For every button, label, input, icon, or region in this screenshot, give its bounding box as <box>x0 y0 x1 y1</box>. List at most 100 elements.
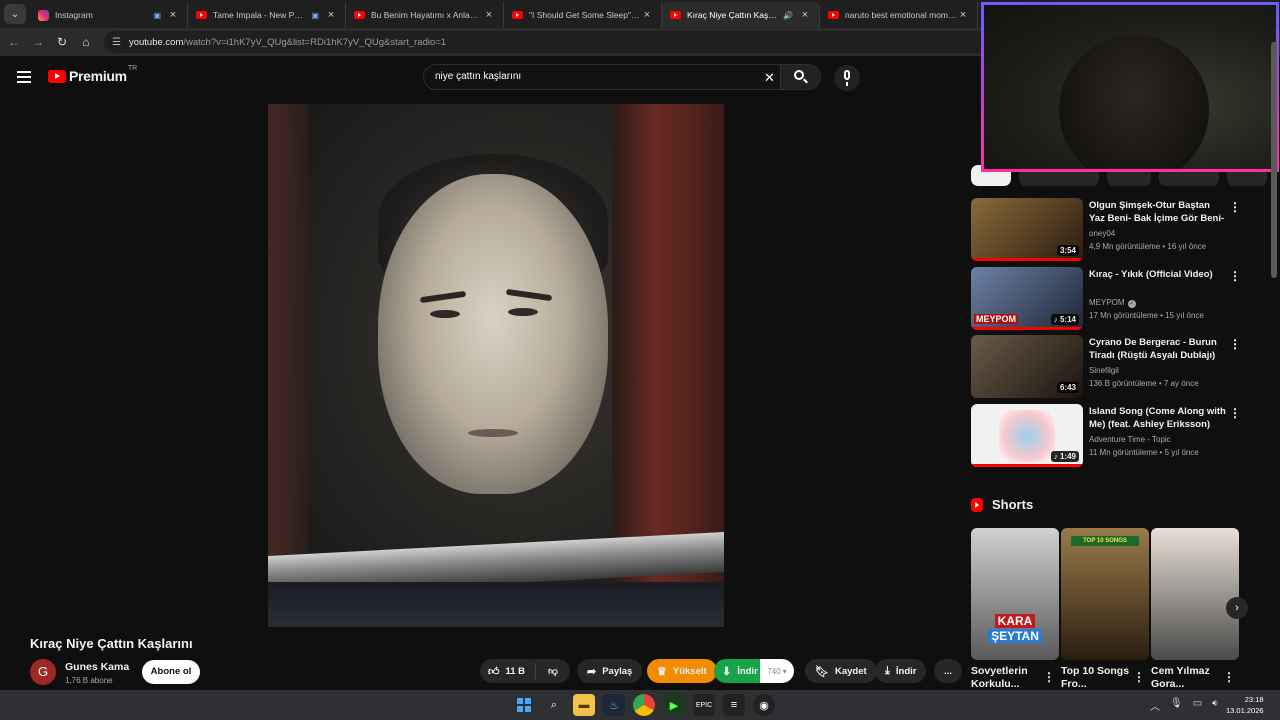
close-icon[interactable]: × <box>957 9 969 21</box>
recommendation-title[interactable]: Island Song (Come Along with Me) (feat. … <box>1089 405 1227 431</box>
close-icon[interactable]: × <box>483 9 495 21</box>
start-button[interactable] <box>513 694 535 716</box>
upgrade-button[interactable]: ♛ Yükselt <box>647 659 717 683</box>
browser-tab[interactable]: naruto best emotional moments × <box>820 2 978 28</box>
browser-tab[interactable]: Tame Impala - New Person, Same Old Mista… <box>188 2 346 28</box>
steam-icon[interactable]: ♨ <box>603 694 625 716</box>
recommendation-item[interactable]: MEYPOM ♪ 5:14 Kıraç - Yıkık (Official Vi… <box>971 267 1241 331</box>
like-dislike-group: 👍︎ 11 B 👎︎ <box>480 659 570 683</box>
youtube-premium-logo[interactable]: Premium TR <box>48 65 137 84</box>
short-overlay-text: KARA ŞEYTAN <box>971 614 1059 644</box>
close-icon[interactable]: × <box>799 9 811 21</box>
forward-arrow-icon[interactable]: → <box>26 35 50 49</box>
tab-title: Instagram <box>55 10 93 20</box>
channel-avatar[interactable]: G <box>30 659 56 685</box>
more-vertical-icon[interactable]: ⋮ <box>1133 670 1145 684</box>
more-vertical-icon[interactable]: ⋮ <box>1229 406 1241 420</box>
recommendation-title[interactable]: Kıraç - Yıkık (Official Video) <box>1089 268 1227 281</box>
save-button[interactable]: 🔖︎ Kaydet <box>805 659 877 683</box>
recommendation-item[interactable]: ♪ 1:49 Island Song (Come Along with Me) … <box>971 404 1241 468</box>
browser-tab[interactable]: "I Should Get Some Sleep" Meme × <box>504 2 662 28</box>
extension-download-button[interactable]: ⬇ İndir <box>714 659 766 683</box>
short-thumbnail[interactable]: KARA ŞEYTAN <box>971 528 1059 660</box>
thumbs-up-icon: 👍︎ <box>488 665 500 678</box>
system-clock[interactable]: 23:18 13.01.2026 <box>1226 694 1264 716</box>
more-vertical-icon[interactable]: ⋮ <box>1229 200 1241 214</box>
site-info-icon[interactable]: ☰ <box>112 37 121 48</box>
video-player[interactable] <box>268 104 724 627</box>
dislike-button[interactable]: 👎︎ <box>536 665 570 677</box>
tab-share-icon[interactable]: ▣ <box>153 11 161 20</box>
network-icon[interactable]: ▭ <box>1193 698 1202 713</box>
browser-tab[interactable]: Instagram ▣ × <box>30 2 188 28</box>
video-thumbnail[interactable]: 6:43 <box>971 335 1083 398</box>
recommendation-title[interactable]: Cyrano De Bergerac - Burun Tiradı (Rüştü… <box>1089 336 1227 362</box>
channel-name[interactable]: Gunes Kama <box>65 661 129 673</box>
more-vertical-icon[interactable]: ⋮ <box>1223 670 1235 684</box>
url-host: youtube.com <box>128 36 184 48</box>
video-thumbnail[interactable]: ♪ 1:49 <box>971 404 1083 467</box>
media-app-icon[interactable]: ≡ <box>723 694 745 716</box>
recommendation-channel[interactable]: MEYPOM ✓ <box>1089 298 1136 308</box>
more-vertical-icon[interactable]: ⋮ <box>1229 269 1241 283</box>
download-button[interactable]: ⤓ İndir <box>875 659 927 683</box>
page-scrollbar[interactable] <box>1271 42 1277 278</box>
terminal-icon[interactable]: ▶ <box>663 694 685 716</box>
tab-search-button[interactable]: ⌄ <box>4 4 26 24</box>
chevron-right-icon[interactable]: › <box>1226 597 1248 619</box>
recommendation-title[interactable]: Olgun Şimşek-Otur Baştan Yaz Beni- Bak İ… <box>1089 199 1227 226</box>
youtube-icon <box>354 11 365 19</box>
short-thumbnail[interactable]: TOP 10 SONGS <box>1061 528 1149 660</box>
tab-title: Tame Impala - New Person, Same Old Mista… <box>213 10 305 20</box>
youtube-icon <box>670 11 681 19</box>
recommendation-channel[interactable]: oney04 <box>1089 229 1115 238</box>
more-actions-button[interactable]: ... <box>934 659 962 683</box>
close-icon[interactable]: × <box>167 9 179 21</box>
recommendation-item[interactable]: 3:54 Olgun Şimşek-Otur Baştan Yaz Beni- … <box>971 198 1241 262</box>
youtube-icon <box>196 11 207 19</box>
speaker-icon[interactable]: 🔊 <box>783 11 793 20</box>
microphone-tray-icon[interactable]: 🎙︎ <box>1170 698 1183 713</box>
tab-share-icon[interactable]: ▣ <box>311 11 319 20</box>
more-vertical-icon[interactable]: ⋮ <box>1043 670 1055 684</box>
search-button[interactable] <box>780 65 820 89</box>
chrome-icon[interactable] <box>633 694 655 716</box>
more-vertical-icon[interactable]: ⋮ <box>1229 337 1241 351</box>
file-explorer-icon[interactable]: ▬ <box>573 694 595 716</box>
clear-search-icon[interactable]: ✕ <box>764 70 775 86</box>
hamburger-menu-icon[interactable] <box>17 71 31 83</box>
search-box[interactable]: niye çattın kaşlarını ✕ <box>423 64 821 90</box>
chevron-up-icon[interactable]: ︿ <box>1150 698 1160 713</box>
short-thumbnail[interactable] <box>1151 528 1239 660</box>
search-icon[interactable]: ⌕ <box>543 694 565 716</box>
youtube-icon <box>828 11 839 19</box>
volume-icon[interactable]: 🔉︎ <box>1212 698 1218 713</box>
chevron-down-icon: ▾ <box>782 666 787 676</box>
obs-icon[interactable]: ◉ <box>753 694 775 716</box>
browser-tab[interactable]: Bu Benim Hayatımı x Anlamazdın × <box>346 2 504 28</box>
close-icon[interactable]: × <box>641 9 653 21</box>
browser-tab-active[interactable]: Kıraç Niye Çattın Kaşlarını - YouTube 🔊 … <box>662 2 820 28</box>
back-arrow-icon[interactable]: ← <box>2 35 26 49</box>
video-thumbnail[interactable]: 3:54 <box>971 198 1083 261</box>
home-icon[interactable]: ⌂ <box>74 35 98 49</box>
close-icon[interactable]: × <box>325 9 337 21</box>
youtube-logo-icon <box>48 69 66 83</box>
epic-games-icon[interactable]: EPIC <box>693 694 715 716</box>
recommendation-item[interactable]: 6:43 Cyrano De Bergerac - Burun Tiradı (… <box>971 335 1241 399</box>
recommendation-channel[interactable]: Sinefilgil <box>1089 366 1119 375</box>
recommendation-channel[interactable]: Adventure Time - Topic <box>1089 435 1171 444</box>
quality-select[interactable]: 740 ▾ <box>760 659 794 683</box>
voice-search-button[interactable] <box>834 65 860 91</box>
subscribe-button[interactable]: Abone ol <box>142 660 200 684</box>
reload-icon[interactable]: ↻ <box>50 35 74 49</box>
short-title[interactable]: Cem Yılmaz Gora... <box>1151 665 1223 687</box>
duration-badge: ♪ 5:14 <box>1050 314 1079 325</box>
video-thumbnail[interactable]: MEYPOM ♪ 5:14 <box>971 267 1083 330</box>
short-overlay-text: TOP 10 SONGS <box>1071 536 1139 546</box>
short-title[interactable]: Sovyetlerin Korkulu... <box>971 665 1043 687</box>
short-title[interactable]: Top 10 Songs Fro... <box>1061 665 1133 687</box>
share-button[interactable]: ➦ Paylaş <box>577 659 643 683</box>
search-input[interactable]: niye çattın kaşlarını <box>435 71 521 82</box>
like-button[interactable]: 👍︎ 11 B <box>480 663 536 679</box>
